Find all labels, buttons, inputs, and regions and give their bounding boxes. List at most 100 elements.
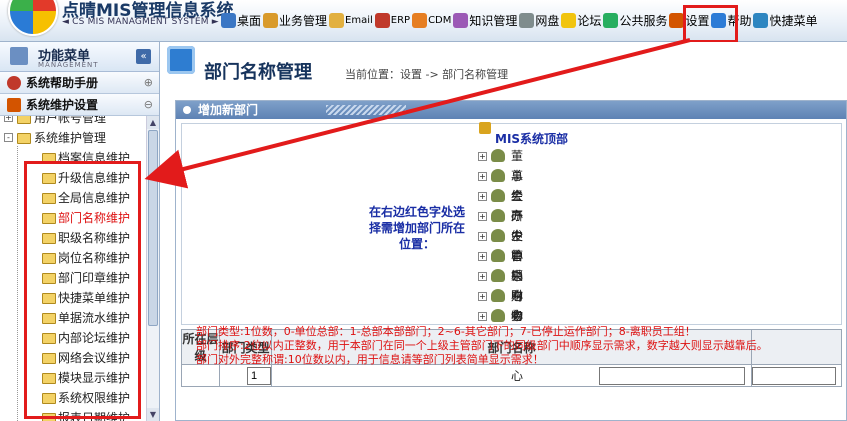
- sidebar-tree-item[interactable]: + 用户帐号管理: [0, 116, 146, 128]
- user-icon: [263, 13, 279, 28]
- people-icon: [491, 189, 505, 202]
- forum-icon: [561, 13, 577, 28]
- panel-header: 增加新部门: [176, 101, 846, 119]
- nav-label: 桌面: [237, 14, 262, 28]
- help-manual-icon: [7, 76, 21, 90]
- notes: 部门类型:1位数，0-单位总部：1-总部本部部门；2~6-其它部门；7-已停止运…: [196, 325, 768, 367]
- dept-extra-input[interactable]: [752, 366, 836, 385]
- folder-icon: [17, 133, 31, 144]
- position-hint: 在右边红色字处选择需增加部门所在位置：: [368, 205, 465, 251]
- tree-item-label: 用户帐号管理: [34, 116, 107, 125]
- collapse-sidebar-button[interactable]: «: [136, 49, 151, 64]
- shortcut-icon: [753, 13, 769, 28]
- breadcrumb: 当前位置：设置 -> 部门名称管理: [345, 68, 509, 81]
- expand-icon[interactable]: +: [478, 152, 487, 161]
- tree-item-label: 系统维护管理: [34, 131, 107, 145]
- nav-cdm[interactable]: CDM: [412, 13, 451, 28]
- root-folder-icon: [479, 122, 491, 134]
- panel-title: 增加新部门: [198, 103, 259, 117]
- header-decoration: [326, 105, 406, 115]
- people-icon: [491, 249, 505, 262]
- people-icon: [491, 149, 505, 162]
- dept-root[interactable]: MIS系统顶部: [495, 130, 568, 147]
- dept-type-input[interactable]: [247, 366, 271, 385]
- note-type: 部门类型:1位数，0-单位总部：1-总部本部部门；2~6-其它部门；7-已停止运…: [196, 325, 696, 338]
- category-toggle-icon: ⊖: [143, 98, 153, 111]
- nav-erp[interactable]: ERP: [374, 13, 411, 28]
- expand-icon[interactable]: +: [478, 172, 487, 181]
- main-content: 部门名称管理 当前位置：设置 -> 部门名称管理 增加新部门 在右边红色字处选择…: [161, 42, 847, 421]
- nav-forum[interactable]: 论坛: [561, 12, 601, 29]
- level-cell: [181, 364, 220, 387]
- nav-label: 知识管理: [469, 14, 518, 28]
- sidebar-tree-item[interactable]: - 系统维护管理: [0, 128, 146, 148]
- expand-icon[interactable]: +: [478, 212, 487, 221]
- dept-name-input[interactable]: [599, 366, 745, 385]
- expand-icon[interactable]: +: [478, 192, 487, 201]
- nav-label: 业务管理: [279, 14, 328, 28]
- people-icon: [491, 169, 505, 182]
- add-department-panel: 增加新部门 在右边红色字处选择需增加部门所在位置： MIS系统顶部 + 董事会 + 总…: [175, 100, 847, 421]
- nav-label: ERP: [390, 15, 411, 26]
- collapse-icon[interactable]: -: [4, 133, 13, 142]
- category-system-maintenance[interactable]: 系统维护设置 ⊖: [0, 94, 159, 116]
- expand-icon[interactable]: +: [478, 272, 487, 281]
- erp-icon: [374, 13, 390, 28]
- bullet-icon: [183, 106, 191, 114]
- expand-icon[interactable]: +: [4, 116, 13, 122]
- note-full-name: 部门对外完整称谓:10位数以内，用于信息请等部门列表简单显示需求！: [196, 353, 544, 366]
- type-cell: [219, 364, 272, 387]
- nav-knowledge[interactable]: 知识管理: [453, 12, 517, 29]
- nav-disk[interactable]: 网盘: [519, 12, 559, 29]
- cdm-icon: [412, 13, 428, 28]
- expand-icon[interactable]: +: [478, 292, 487, 301]
- menu-highlight-box: [24, 161, 141, 419]
- desktop-icon: [221, 13, 236, 28]
- sidebar-header: 功能菜单 MANAGEMENT «: [0, 42, 159, 72]
- app-subtitle: ◄ CS MIS MANAGMENT SYSTEM ►: [62, 17, 219, 27]
- folder-icon: [17, 116, 31, 124]
- tools-icon: [7, 98, 21, 112]
- nav-label: 网盘: [535, 14, 560, 28]
- nav-label: CDM: [428, 15, 452, 26]
- sidebar-subtitle: MANAGEMENT: [38, 61, 99, 69]
- scroll-thumb[interactable]: [148, 130, 158, 326]
- nav-desktop[interactable]: 桌面: [221, 12, 261, 29]
- nav-public-service[interactable]: 公共服务: [603, 12, 667, 29]
- people-icon: [491, 269, 505, 282]
- nav-user[interactable]: 业务管理: [263, 12, 327, 29]
- category-label: 系统帮助手册: [26, 76, 99, 90]
- extra-cell: [751, 364, 842, 387]
- note-order: 部门排序:2位以内正整数，用于本部门在同一个上级主管部门下的同级部门中顺序显示需…: [196, 339, 768, 352]
- scroll-down-icon[interactable]: ▼: [147, 408, 159, 421]
- scroll-up-icon[interactable]: ▲: [147, 116, 159, 129]
- disk-icon: [519, 13, 535, 28]
- nav-email[interactable]: Email: [329, 13, 373, 28]
- nav-label: Email: [345, 15, 373, 26]
- expand-icon[interactable]: +: [478, 252, 487, 261]
- nav-shortcut[interactable]: 快捷菜单: [753, 12, 818, 29]
- email-icon: [329, 13, 345, 28]
- expand-icon[interactable]: +: [478, 312, 487, 321]
- nav-label: 快捷菜单: [769, 14, 818, 28]
- page-icon: [167, 46, 195, 74]
- nav-label: 公共服务: [619, 14, 668, 28]
- category-toggle-icon: ⊕: [143, 76, 153, 89]
- menu-icon: [10, 47, 28, 65]
- app-logo: [8, 0, 58, 36]
- expand-icon[interactable]: +: [478, 232, 487, 241]
- nav-label: 论坛: [577, 14, 602, 28]
- knowledge-icon: [453, 13, 469, 28]
- top-header: 点晴MIS管理信息系统 ◄ CS MIS MANAGMENT SYSTEM ► …: [0, 0, 847, 43]
- people-icon: [491, 209, 505, 222]
- page-title: 部门名称管理: [204, 62, 312, 83]
- people-icon: [491, 229, 505, 242]
- people-icon: [491, 289, 505, 302]
- name-cell: [271, 364, 752, 387]
- category-help-manual[interactable]: 系统帮助手册 ⊕: [0, 72, 159, 94]
- public-service-icon: [603, 13, 619, 28]
- settings-highlight-box: [683, 5, 738, 43]
- department-tree: 在右边红色字处选择需增加部门所在位置： MIS系统顶部 + 董事会 + 总经办 + 生产中…: [181, 122, 842, 383]
- people-icon: [491, 309, 505, 322]
- sidebar-scrollbar[interactable]: ▲ ▼: [146, 116, 159, 421]
